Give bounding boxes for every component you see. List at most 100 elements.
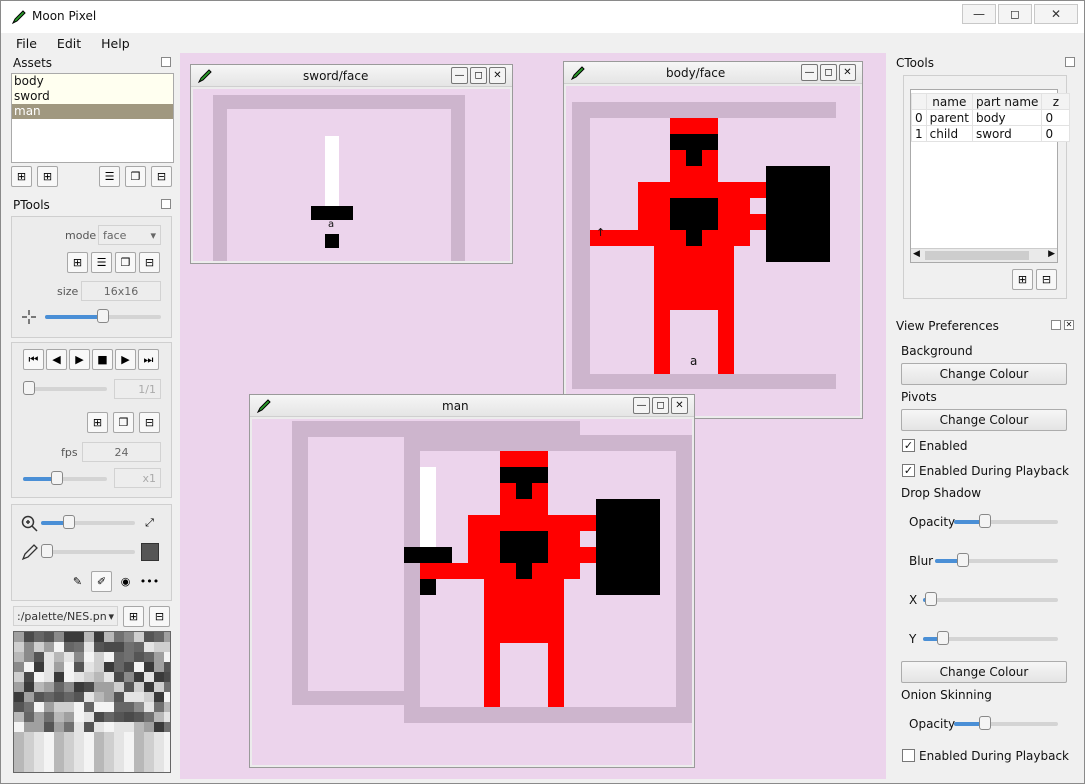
asset-item-body[interactable]: body — [12, 74, 173, 89]
frame-remove-button[interactable]: ⊟ — [139, 252, 160, 273]
cell-z[interactable]: 0 — [1041, 125, 1071, 142]
more-icon[interactable]: ••• — [139, 571, 160, 592]
main-window: Moon Pixel — ◻ ✕ File Edit Help Assets b… — [0, 0, 1085, 784]
minimize-button[interactable]: — — [451, 67, 468, 84]
background-colour-button[interactable]: Change Colour — [901, 363, 1067, 385]
add-part-button[interactable]: ⊞ — [1012, 269, 1033, 290]
cell-part[interactable]: sword — [971, 125, 1043, 142]
table-row[interactable]: 0 parent body 0 — [911, 109, 1071, 126]
close-icon[interactable]: ✕ — [1064, 320, 1074, 330]
properties-button[interactable]: ☰ — [99, 166, 120, 187]
column-header[interactable]: name — [925, 93, 973, 110]
last-frame-button[interactable]: ⏭ — [138, 349, 159, 370]
palette-grid[interactable] — [13, 631, 171, 773]
first-frame-button[interactable]: ⏮ — [23, 349, 44, 370]
add-palette-button[interactable]: ⊞ — [123, 606, 144, 627]
float-icon[interactable] — [161, 199, 171, 209]
minimize-button[interactable]: — — [801, 64, 818, 81]
duplicate-button[interactable]: ❐ — [125, 166, 146, 187]
eraser-tool-icon[interactable]: ✐ — [91, 571, 112, 592]
scroll-left-icon[interactable]: ◀ — [913, 249, 920, 259]
background-label: Background — [901, 344, 973, 358]
row-index: 1 — [911, 125, 927, 142]
frame-counter[interactable]: 1/1 — [114, 379, 161, 399]
scale-field[interactable]: x1 — [114, 468, 161, 488]
scroll-right-icon[interactable]: ▶ — [1048, 249, 1055, 259]
column-header[interactable]: part name — [971, 93, 1043, 110]
stop-button[interactable]: ■ — [92, 349, 113, 370]
subwindow-title: man — [442, 399, 469, 413]
minimize-button[interactable]: — — [962, 4, 996, 24]
fps-field[interactable]: 24 — [82, 442, 161, 462]
table-row[interactable]: 1 child sword 0 — [911, 125, 1071, 142]
close-button[interactable]: ✕ — [839, 64, 856, 81]
canvas[interactable]: a ↑ — [566, 86, 860, 416]
fps-slider[interactable] — [23, 471, 107, 485]
brush-size-slider[interactable] — [41, 544, 135, 558]
frame-dup-button[interactable]: ❐ — [115, 252, 136, 273]
column-header[interactable]: z — [1041, 93, 1071, 110]
pivot-slider[interactable] — [45, 309, 161, 323]
cell-name[interactable]: child — [925, 125, 973, 142]
maximize-button[interactable]: ◻ — [652, 397, 669, 414]
play-button[interactable]: ▶ — [69, 349, 90, 370]
menu-file[interactable]: File — [13, 36, 40, 51]
close-button[interactable]: ✕ — [671, 397, 688, 414]
onion-opacity-slider[interactable] — [954, 716, 1058, 730]
fit-view-icon[interactable]: ⤢ — [139, 512, 160, 533]
palette-select[interactable]: :/palette/NES.pn ▾ — [13, 606, 118, 626]
frame-slider[interactable] — [23, 381, 107, 395]
add-frame-button[interactable]: ⊞ — [67, 252, 88, 273]
remove-asset-button[interactable]: ⊟ — [151, 166, 172, 187]
menu-edit[interactable]: Edit — [54, 36, 84, 51]
menu-help[interactable]: Help — [98, 36, 133, 51]
float-icon[interactable] — [161, 57, 171, 67]
pivots-playback-checkbox[interactable]: ✓ — [902, 464, 915, 477]
zoom-slider[interactable] — [41, 515, 135, 529]
remove-anim-button[interactable]: ⊟ — [139, 412, 160, 433]
float-icon[interactable] — [1065, 57, 1075, 67]
horizontal-scrollbar[interactable]: ◀ ▶ — [911, 248, 1057, 262]
canvas[interactable] — [252, 419, 692, 765]
maximize-button[interactable]: ◻ — [820, 64, 837, 81]
float-icon[interactable] — [1051, 320, 1061, 330]
pivots-enabled-checkbox[interactable]: ✓ — [902, 439, 915, 452]
maximize-button[interactable]: ◻ — [470, 67, 487, 84]
ptools-title: PTools — [13, 198, 50, 212]
canvas[interactable]: a — [193, 89, 510, 261]
x-label: X — [909, 593, 918, 607]
shadow-opacity-slider[interactable] — [954, 514, 1058, 528]
pencil-tool-icon[interactable]: ✎ — [67, 571, 88, 592]
next-frame-button[interactable]: ▶ — [115, 349, 136, 370]
prev-frame-button[interactable]: ◀ — [46, 349, 67, 370]
pivots-colour-button[interactable]: Change Colour — [901, 409, 1067, 431]
cell-part[interactable]: body — [971, 109, 1043, 126]
maximize-button[interactable]: ◻ — [998, 4, 1032, 24]
asset-item-sword[interactable]: sword — [12, 89, 173, 104]
blur-slider[interactable] — [935, 553, 1058, 567]
crosshair-icon — [22, 310, 36, 324]
eye-icon[interactable]: ◉ — [115, 571, 136, 592]
y-slider[interactable] — [923, 631, 1058, 645]
asset-item-man[interactable]: man — [12, 104, 173, 119]
add-child-button[interactable]: ⊞ — [37, 166, 58, 187]
pencil-icon — [256, 399, 271, 414]
minimize-button[interactable]: — — [633, 397, 650, 414]
shadow-colour-button[interactable]: Change Colour — [901, 661, 1067, 683]
remove-palette-button[interactable]: ⊟ — [149, 606, 170, 627]
current-colour-swatch[interactable] — [141, 543, 159, 561]
x-slider[interactable] — [923, 592, 1058, 606]
remove-part-button[interactable]: ⊟ — [1036, 269, 1057, 290]
close-button[interactable]: ✕ — [489, 67, 506, 84]
cell-name[interactable]: parent — [925, 109, 973, 126]
close-button[interactable]: ✕ — [1034, 4, 1078, 24]
mode-select[interactable]: face ▾ — [98, 225, 161, 245]
cell-z[interactable]: 0 — [1041, 109, 1071, 126]
frame-props-button[interactable]: ☰ — [91, 252, 112, 273]
add-anim-button[interactable]: ⊞ — [87, 412, 108, 433]
pencil-icon — [570, 66, 585, 81]
add-asset-button[interactable]: ⊞ — [11, 166, 32, 187]
size-field[interactable]: 16x16 — [81, 281, 161, 301]
onion-playback-checkbox[interactable] — [902, 749, 915, 762]
dup-anim-button[interactable]: ❐ — [113, 412, 134, 433]
